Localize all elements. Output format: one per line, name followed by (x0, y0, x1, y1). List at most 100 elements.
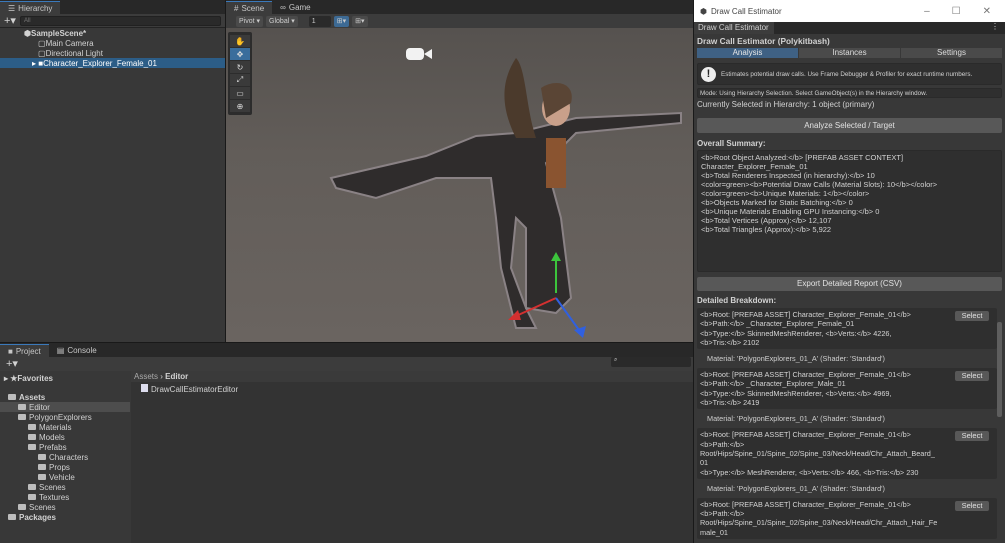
tab-analysis[interactable]: Analysis (697, 48, 798, 58)
more-options-icon[interactable]: ⋮ (991, 22, 1005, 34)
entry-line: Root/Hips/Spine_01/Spine_02/Spine_03/Nec… (700, 518, 938, 528)
tab-instances[interactable]: Instances (799, 48, 900, 58)
tab-console[interactable]: ▤ Console (49, 344, 105, 357)
summary-line: <b>Total Renderers Inspected (in hierarc… (701, 171, 875, 180)
grid-snap-button[interactable]: ⊞▾ (333, 15, 350, 27)
entry-line: <b>Root: [PREFAB ASSET] Character_Explor… (700, 430, 911, 440)
breadcrumb-editor[interactable]: Editor (165, 372, 188, 381)
grid-size-input[interactable]: 1 (308, 15, 331, 27)
select-button[interactable]: Select (955, 431, 989, 442)
breakdown-scrollbar[interactable] (997, 322, 1002, 417)
pivot-dropdown[interactable]: Pivot ▾ (236, 15, 264, 27)
file-item[interactable]: DrawCallEstimatorEditor (131, 382, 693, 396)
tree-item[interactable]: Packages (0, 512, 130, 522)
folder-icon (28, 424, 36, 430)
summary-line: <b>Total Triangles (Approx):</b> 5,922 (701, 225, 832, 234)
scene-root[interactable]: ⬢ SampleScene* (0, 28, 225, 38)
folder-icon (8, 514, 16, 520)
export-csv-button[interactable]: Export Detailed Report (CSV) (697, 277, 1002, 291)
tree-item[interactable]: Scenes (0, 482, 130, 492)
tree-item[interactable]: Scenes (0, 502, 130, 512)
script-icon (141, 384, 148, 392)
hierarchy-search-input[interactable]: All (19, 15, 221, 26)
breakdown-entry: <b>Root: [PREFAB ASSET] Character_Explor… (697, 368, 997, 410)
analyze-button[interactable]: Analyze Selected / Target (697, 118, 1002, 133)
project-files: Assets › Editor DrawCallEstimatorEditor (131, 371, 693, 543)
folder-icon (28, 484, 36, 490)
summary-line: <b>Root Object Analyzed:</b> [PREFAB ASS… (701, 153, 904, 162)
star-icon: ▸ ★ (4, 373, 18, 383)
character-model (329, 48, 682, 338)
favorites-item[interactable]: ▸ ★ Favorites (0, 373, 130, 383)
increment-snap-button[interactable]: ⊞▾ (352, 15, 368, 27)
summary-textarea[interactable]: <b>Root Object Analyzed:</b> [PREFAB ASS… (697, 150, 1002, 272)
material-line: Material: 'PolygonExplorers_01_A' (Shade… (707, 483, 885, 493)
summary-line: <color=green><b>Potential Draw Calls (Ma… (701, 180, 938, 189)
minimize-icon[interactable]: – (924, 6, 930, 17)
tab-draw-call-estimator[interactable]: Draw Call Estimator (694, 22, 774, 34)
entry-line: <b>Path:</b> (700, 439, 745, 449)
entry-line: Root/Hips/Spine_01/Spine_02/Spine_03/Nec… (700, 448, 935, 458)
select-button[interactable]: Select (955, 371, 989, 382)
breadcrumb: Assets › Editor (131, 371, 693, 382)
summary-line: <b>Unique Materials Enabling GPU Instanc… (701, 207, 880, 216)
tree-item[interactable]: Assets (0, 392, 130, 402)
gameobject-icon: ▢ (38, 48, 46, 58)
tree-item[interactable]: Textures (0, 492, 130, 502)
console-icon: ▤ (56, 346, 65, 355)
gameobject-icon: ▢ (38, 38, 46, 48)
summary-line: <b>Objects Marked for Static Batching:</… (701, 198, 853, 207)
breakdown-list[interactable]: <b>Root: [PREFAB ASSET] Character_Explor… (694, 308, 1005, 540)
hierarchy-item[interactable]: ▢ Main Camera (0, 38, 225, 48)
tree-item[interactable]: Props (0, 462, 130, 472)
folder-icon: ■ (8, 346, 13, 356)
maximize-icon[interactable]: ☐ (952, 6, 961, 17)
tree-item[interactable]: Vehicle (0, 472, 130, 482)
folder-icon (38, 474, 46, 480)
unity-logo-icon: ⬢ (700, 6, 707, 16)
tree-item[interactable]: Models (0, 432, 130, 442)
entry-line: <b>Path:</b> _Character_Explorer_Male_01 (700, 379, 846, 389)
folder-icon (38, 454, 46, 460)
entry-line: 01 (700, 458, 709, 468)
create-button[interactable]: +▾ (0, 357, 693, 371)
selection-status: Currently Selected in Hierarchy: 1 objec… (697, 100, 875, 109)
unity-icon: ⬢ (24, 28, 31, 38)
entry-line: <b>Root: [PREFAB ASSET] Character_Explor… (700, 310, 911, 319)
tree-item[interactable]: Editor (0, 402, 130, 412)
scene-panel: # Scene ∞ Game Pivot ▾ Global ▾ 1 ⊞▾ ⊞▾ ✋ ✥… (226, 0, 693, 342)
tree-item[interactable]: PolygonExplorers (0, 412, 130, 422)
hierarchy-item[interactable]: ▢ Directional Light (0, 48, 225, 58)
summary-label: Overall Summary: (697, 139, 766, 148)
add-button[interactable]: +▾ (4, 14, 16, 27)
tab-game[interactable]: ∞ Game (272, 1, 319, 14)
tab-project[interactable]: ■ Project (0, 344, 49, 357)
tree-item[interactable]: Materials (0, 422, 130, 432)
entry-line: <b>Root: [PREFAB ASSET] Character_Explor… (700, 499, 911, 509)
material-line: Material: 'PolygonExplorers_01_A' (Shade… (707, 354, 885, 364)
hierarchy-item-selected[interactable]: ▸ ■ Character_Explorer_Female_01 (0, 58, 225, 68)
scene-viewport[interactable]: ✋ ✥ ↻ ⤢ ▭ ⊕ (226, 28, 693, 342)
window-heading: Draw Call Estimator (Polykitbash) (697, 36, 830, 46)
material-line: Material: 'PolygonExplorers_01_A' (Shade… (707, 414, 885, 424)
global-dropdown[interactable]: Global ▾ (266, 15, 298, 27)
tree-item[interactable]: Characters (0, 452, 130, 462)
entry-line: <b>Tris:</b> 2419 (700, 398, 760, 408)
prefab-icon: ▸ ■ (32, 58, 44, 68)
entry-line: <b>Type:</b> SkinnedMeshRenderer, <b>Ver… (700, 328, 892, 338)
camera-gizmo-icon (406, 48, 432, 60)
breadcrumb-assets[interactable]: Assets (134, 372, 158, 381)
close-icon[interactable]: ✕ (983, 6, 991, 17)
tree-item[interactable]: Prefabs (0, 442, 130, 452)
project-search-input[interactable]: ⌕ (611, 357, 691, 367)
tab-settings[interactable]: Settings (901, 48, 1002, 58)
tab-scene[interactable]: # Scene (226, 1, 273, 14)
draw-call-estimator-window: ⬢ Draw Call Estimator – ☐ ✕ Draw Call Estim… (694, 0, 1005, 543)
tab-hierarchy[interactable]: ☰ Hierarchy (0, 1, 61, 14)
folder-icon (8, 394, 16, 400)
select-button[interactable]: Select (955, 500, 989, 511)
breakdown-entry: <b>Root: [PREFAB ASSET] Character_Explor… (697, 428, 997, 479)
entry-line: <b>Type:</b> MeshRenderer, <b>Verts:</b>… (700, 467, 919, 477)
select-button[interactable]: Select (955, 311, 989, 321)
breakdown-entry: <b>Root: [PREFAB ASSET] Character_Explor… (697, 497, 997, 540)
